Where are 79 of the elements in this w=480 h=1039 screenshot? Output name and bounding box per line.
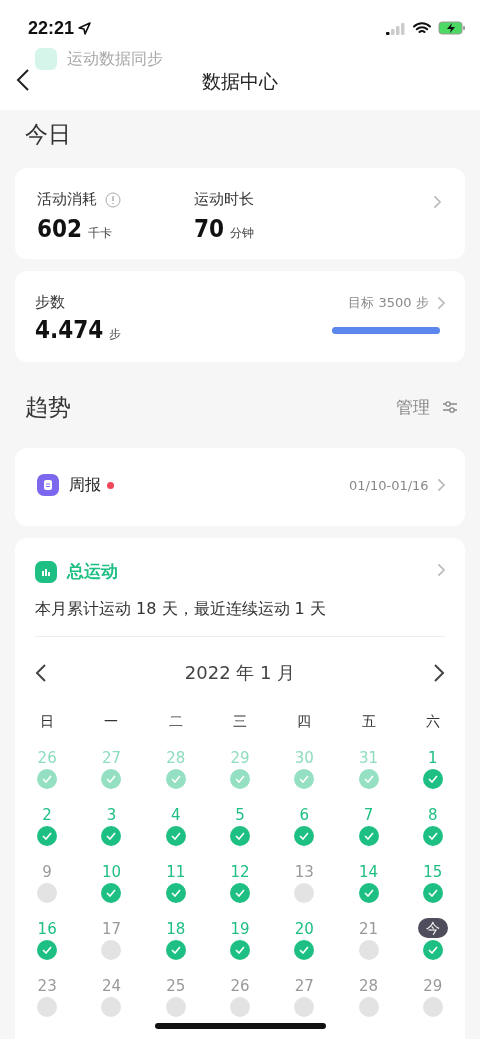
day-number: 30 <box>294 748 314 769</box>
steps-unit: 步 <box>109 326 122 343</box>
day-number: 7 <box>363 805 374 826</box>
day-number: 29 <box>230 748 250 769</box>
day-number: 12 <box>230 862 250 883</box>
date-range: 01/10-01/16 <box>349 477 429 493</box>
weekday-label: 二 <box>168 713 183 731</box>
day-number: 8 <box>428 805 438 826</box>
day-number: 28 <box>166 748 186 769</box>
weekly-report-card[interactable]: 周报 01/10-01/16 <box>15 448 465 526</box>
weekday-label: 五 <box>361 713 376 731</box>
chevron-right-icon <box>436 563 445 577</box>
battery-charging-icon <box>438 21 466 35</box>
chevron-right-icon <box>436 478 445 492</box>
steps-card[interactable]: 步数 目标 3500 步 4.474 步 <box>15 271 465 362</box>
weekday-label: 四 <box>297 713 312 731</box>
section-title: 趋势 <box>25 392 71 422</box>
next-month-button[interactable] <box>433 663 445 683</box>
day-number: 9 <box>42 862 52 883</box>
day-number: 13 <box>294 862 314 883</box>
report-icon <box>37 474 59 496</box>
weekly-report-label: 周报 <box>69 474 101 496</box>
day-number: 25 <box>166 976 186 997</box>
steps-goal: 目标 3500 步 <box>348 293 429 312</box>
day-number: 14 <box>359 862 379 883</box>
weekday-label: 日 <box>40 713 55 731</box>
chevron-right-icon <box>432 195 441 209</box>
location-arrow-icon <box>78 21 92 35</box>
day-number: 10 <box>101 862 121 883</box>
day-number: 19 <box>230 919 250 940</box>
metric-label: 运动时长 <box>194 190 254 209</box>
day-number: 2 <box>42 805 52 826</box>
chevron-right-icon <box>436 295 445 310</box>
weekday-label: 三 <box>233 713 247 731</box>
status-time: 22:21 <box>28 17 75 39</box>
day-number: 26 <box>37 748 57 769</box>
day-number: 29 <box>423 976 443 997</box>
day-number: 20 <box>294 919 314 940</box>
back-button[interactable] <box>16 68 30 92</box>
day-number: 16 <box>37 919 57 940</box>
activity-card[interactable]: 活动消耗 602 千卡 运动时长 70 分钟 <box>15 168 465 259</box>
day-number: 24 <box>101 976 121 997</box>
steps-label: 步数 <box>35 293 65 312</box>
previous-month-button[interactable] <box>35 663 47 683</box>
page-title: 数据中心 <box>202 69 278 94</box>
manage-button[interactable]: 管理 <box>396 395 430 419</box>
exercise-summary: 本月累计运动 18 天，最近连续运动 1 天 <box>35 599 327 620</box>
day-number: 3 <box>106 805 117 826</box>
bar-chart-icon <box>35 560 57 583</box>
weekday-label: 六 <box>425 713 440 731</box>
day-number: 4 <box>170 805 181 826</box>
weekday-label: 一 <box>104 713 119 731</box>
day-number: 17 <box>101 919 121 940</box>
sync-label: 运动数据同步 <box>67 48 163 70</box>
day-number: 15 <box>423 862 443 883</box>
day-number: 5 <box>235 805 245 826</box>
day-number: 28 <box>359 976 379 997</box>
metric-unit: 分钟 <box>230 225 255 242</box>
day-number: 11 <box>166 862 186 883</box>
today-label: 今 <box>417 918 448 938</box>
metric-value: 70 <box>194 215 225 243</box>
day-number: 31 <box>359 748 379 769</box>
sliders-icon[interactable] <box>442 399 458 415</box>
wifi-icon <box>413 21 431 35</box>
day-number: 21 <box>359 919 379 940</box>
metric-value: 602 <box>37 215 83 243</box>
month-title: 2022 年 1 月 <box>184 661 296 685</box>
day-number: 23 <box>37 976 57 997</box>
day-number: 6 <box>299 805 310 826</box>
day-number: 26 <box>230 976 250 997</box>
day-number: 18 <box>166 919 186 940</box>
day-number: 1 <box>428 748 438 769</box>
section-title: 今日 <box>25 119 71 149</box>
day-number: 27 <box>294 976 314 997</box>
metric-label: 活动消耗 <box>37 190 97 209</box>
day-number: 27 <box>101 748 121 769</box>
signal-icon <box>386 21 406 35</box>
steps-value: 4.474 <box>35 316 104 344</box>
metric-unit: 千卡 <box>88 225 113 242</box>
